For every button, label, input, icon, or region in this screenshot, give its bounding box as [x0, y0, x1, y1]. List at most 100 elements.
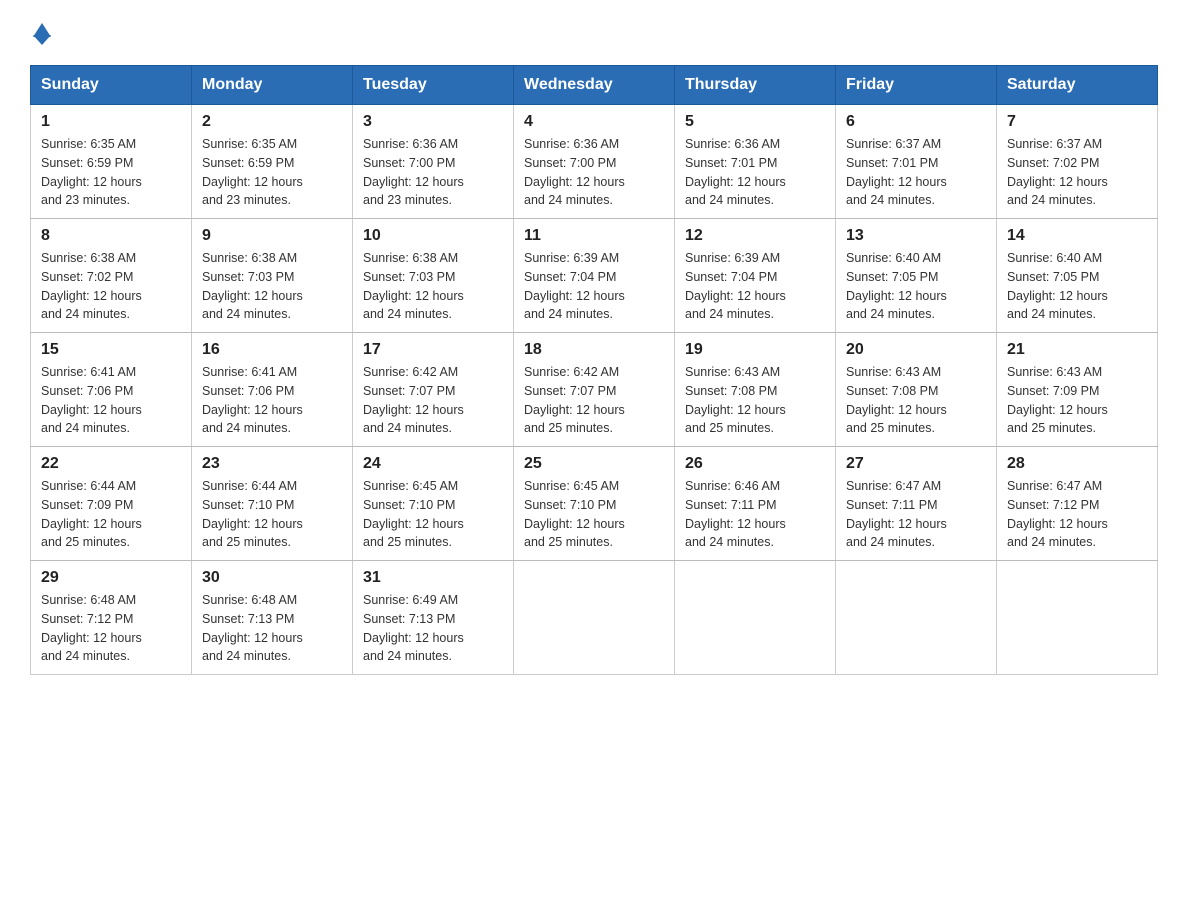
- calendar-cell: 30 Sunrise: 6:48 AM Sunset: 7:13 PM Dayl…: [192, 561, 353, 675]
- week-row-1: 1 Sunrise: 6:35 AM Sunset: 6:59 PM Dayli…: [31, 105, 1158, 219]
- day-number: 26: [685, 455, 825, 473]
- calendar-cell: 9 Sunrise: 6:38 AM Sunset: 7:03 PM Dayli…: [192, 219, 353, 333]
- day-number: 23: [202, 455, 342, 473]
- day-number: 2: [202, 113, 342, 131]
- calendar-cell: 27 Sunrise: 6:47 AM Sunset: 7:11 PM Dayl…: [836, 447, 997, 561]
- calendar-cell: [997, 561, 1158, 675]
- day-info: Sunrise: 6:35 AM Sunset: 6:59 PM Dayligh…: [202, 135, 342, 210]
- calendar-cell: 5 Sunrise: 6:36 AM Sunset: 7:01 PM Dayli…: [675, 105, 836, 219]
- calendar-cell: 19 Sunrise: 6:43 AM Sunset: 7:08 PM Dayl…: [675, 333, 836, 447]
- col-header-monday: Monday: [192, 66, 353, 105]
- calendar-cell: 7 Sunrise: 6:37 AM Sunset: 7:02 PM Dayli…: [997, 105, 1158, 219]
- day-info: Sunrise: 6:36 AM Sunset: 7:00 PM Dayligh…: [363, 135, 503, 210]
- day-number: 17: [363, 341, 503, 359]
- day-number: 9: [202, 227, 342, 245]
- calendar-cell: 23 Sunrise: 6:44 AM Sunset: 7:10 PM Dayl…: [192, 447, 353, 561]
- day-number: 29: [41, 569, 181, 587]
- day-number: 1: [41, 113, 181, 131]
- day-number: 7: [1007, 113, 1147, 131]
- calendar-cell: 14 Sunrise: 6:40 AM Sunset: 7:05 PM Dayl…: [997, 219, 1158, 333]
- day-number: 24: [363, 455, 503, 473]
- day-number: 27: [846, 455, 986, 473]
- col-header-sunday: Sunday: [31, 66, 192, 105]
- day-info: Sunrise: 6:48 AM Sunset: 7:13 PM Dayligh…: [202, 591, 342, 666]
- calendar-cell: 18 Sunrise: 6:42 AM Sunset: 7:07 PM Dayl…: [514, 333, 675, 447]
- day-number: 18: [524, 341, 664, 359]
- calendar-cell: 22 Sunrise: 6:44 AM Sunset: 7:09 PM Dayl…: [31, 447, 192, 561]
- day-number: 10: [363, 227, 503, 245]
- col-header-thursday: Thursday: [675, 66, 836, 105]
- calendar-cell: 20 Sunrise: 6:43 AM Sunset: 7:08 PM Dayl…: [836, 333, 997, 447]
- day-info: Sunrise: 6:39 AM Sunset: 7:04 PM Dayligh…: [524, 249, 664, 324]
- day-info: Sunrise: 6:46 AM Sunset: 7:11 PM Dayligh…: [685, 477, 825, 552]
- day-info: Sunrise: 6:38 AM Sunset: 7:02 PM Dayligh…: [41, 249, 181, 324]
- day-info: Sunrise: 6:43 AM Sunset: 7:08 PM Dayligh…: [685, 363, 825, 438]
- day-number: 21: [1007, 341, 1147, 359]
- day-info: Sunrise: 6:44 AM Sunset: 7:10 PM Dayligh…: [202, 477, 342, 552]
- calendar-cell: 8 Sunrise: 6:38 AM Sunset: 7:02 PM Dayli…: [31, 219, 192, 333]
- calendar-cell: 25 Sunrise: 6:45 AM Sunset: 7:10 PM Dayl…: [514, 447, 675, 561]
- calendar-cell: 16 Sunrise: 6:41 AM Sunset: 7:06 PM Dayl…: [192, 333, 353, 447]
- day-number: 12: [685, 227, 825, 245]
- col-header-saturday: Saturday: [997, 66, 1158, 105]
- calendar-cell: 15 Sunrise: 6:41 AM Sunset: 7:06 PM Dayl…: [31, 333, 192, 447]
- calendar-cell: 3 Sunrise: 6:36 AM Sunset: 7:00 PM Dayli…: [353, 105, 514, 219]
- day-number: 15: [41, 341, 181, 359]
- day-info: Sunrise: 6:47 AM Sunset: 7:12 PM Dayligh…: [1007, 477, 1147, 552]
- day-info: Sunrise: 6:43 AM Sunset: 7:09 PM Dayligh…: [1007, 363, 1147, 438]
- day-number: 3: [363, 113, 503, 131]
- day-info: Sunrise: 6:36 AM Sunset: 7:01 PM Dayligh…: [685, 135, 825, 210]
- calendar-cell: 2 Sunrise: 6:35 AM Sunset: 6:59 PM Dayli…: [192, 105, 353, 219]
- calendar-cell: 31 Sunrise: 6:49 AM Sunset: 7:13 PM Dayl…: [353, 561, 514, 675]
- calendar-cell: [836, 561, 997, 675]
- day-info: Sunrise: 6:45 AM Sunset: 7:10 PM Dayligh…: [524, 477, 664, 552]
- calendar-cell: 6 Sunrise: 6:37 AM Sunset: 7:01 PM Dayli…: [836, 105, 997, 219]
- calendar-cell: 28 Sunrise: 6:47 AM Sunset: 7:12 PM Dayl…: [997, 447, 1158, 561]
- header-row: SundayMondayTuesdayWednesdayThursdayFrid…: [31, 66, 1158, 105]
- day-info: Sunrise: 6:37 AM Sunset: 7:01 PM Dayligh…: [846, 135, 986, 210]
- week-row-2: 8 Sunrise: 6:38 AM Sunset: 7:02 PM Dayli…: [31, 219, 1158, 333]
- calendar-cell: 21 Sunrise: 6:43 AM Sunset: 7:09 PM Dayl…: [997, 333, 1158, 447]
- day-number: 22: [41, 455, 181, 473]
- calendar-cell: [514, 561, 675, 675]
- week-row-4: 22 Sunrise: 6:44 AM Sunset: 7:09 PM Dayl…: [31, 447, 1158, 561]
- day-info: Sunrise: 6:35 AM Sunset: 6:59 PM Dayligh…: [41, 135, 181, 210]
- day-number: 25: [524, 455, 664, 473]
- day-number: 6: [846, 113, 986, 131]
- day-number: 5: [685, 113, 825, 131]
- day-info: Sunrise: 6:42 AM Sunset: 7:07 PM Dayligh…: [363, 363, 503, 438]
- day-info: Sunrise: 6:45 AM Sunset: 7:10 PM Dayligh…: [363, 477, 503, 552]
- week-row-5: 29 Sunrise: 6:48 AM Sunset: 7:12 PM Dayl…: [31, 561, 1158, 675]
- day-number: 13: [846, 227, 986, 245]
- day-number: 16: [202, 341, 342, 359]
- day-info: Sunrise: 6:38 AM Sunset: 7:03 PM Dayligh…: [363, 249, 503, 324]
- day-number: 14: [1007, 227, 1147, 245]
- day-info: Sunrise: 6:43 AM Sunset: 7:08 PM Dayligh…: [846, 363, 986, 438]
- day-number: 28: [1007, 455, 1147, 473]
- calendar-cell: 26 Sunrise: 6:46 AM Sunset: 7:11 PM Dayl…: [675, 447, 836, 561]
- day-info: Sunrise: 6:37 AM Sunset: 7:02 PM Dayligh…: [1007, 135, 1147, 210]
- calendar-table: SundayMondayTuesdayWednesdayThursdayFrid…: [30, 65, 1158, 675]
- calendar-cell: 13 Sunrise: 6:40 AM Sunset: 7:05 PM Dayl…: [836, 219, 997, 333]
- day-info: Sunrise: 6:41 AM Sunset: 7:06 PM Dayligh…: [202, 363, 342, 438]
- day-number: 11: [524, 227, 664, 245]
- day-number: 31: [363, 569, 503, 587]
- day-number: 8: [41, 227, 181, 245]
- calendar-cell: 24 Sunrise: 6:45 AM Sunset: 7:10 PM Dayl…: [353, 447, 514, 561]
- day-info: Sunrise: 6:44 AM Sunset: 7:09 PM Dayligh…: [41, 477, 181, 552]
- day-info: Sunrise: 6:40 AM Sunset: 7:05 PM Dayligh…: [846, 249, 986, 324]
- calendar-cell: 4 Sunrise: 6:36 AM Sunset: 7:00 PM Dayli…: [514, 105, 675, 219]
- calendar-cell: 11 Sunrise: 6:39 AM Sunset: 7:04 PM Dayl…: [514, 219, 675, 333]
- col-header-tuesday: Tuesday: [353, 66, 514, 105]
- page-header: [30, 20, 1158, 45]
- col-header-friday: Friday: [836, 66, 997, 105]
- day-info: Sunrise: 6:40 AM Sunset: 7:05 PM Dayligh…: [1007, 249, 1147, 324]
- day-number: 4: [524, 113, 664, 131]
- day-info: Sunrise: 6:41 AM Sunset: 7:06 PM Dayligh…: [41, 363, 181, 438]
- day-info: Sunrise: 6:47 AM Sunset: 7:11 PM Dayligh…: [846, 477, 986, 552]
- calendar-cell: 17 Sunrise: 6:42 AM Sunset: 7:07 PM Dayl…: [353, 333, 514, 447]
- calendar-cell: 29 Sunrise: 6:48 AM Sunset: 7:12 PM Dayl…: [31, 561, 192, 675]
- day-info: Sunrise: 6:48 AM Sunset: 7:12 PM Dayligh…: [41, 591, 181, 666]
- day-info: Sunrise: 6:42 AM Sunset: 7:07 PM Dayligh…: [524, 363, 664, 438]
- day-info: Sunrise: 6:38 AM Sunset: 7:03 PM Dayligh…: [202, 249, 342, 324]
